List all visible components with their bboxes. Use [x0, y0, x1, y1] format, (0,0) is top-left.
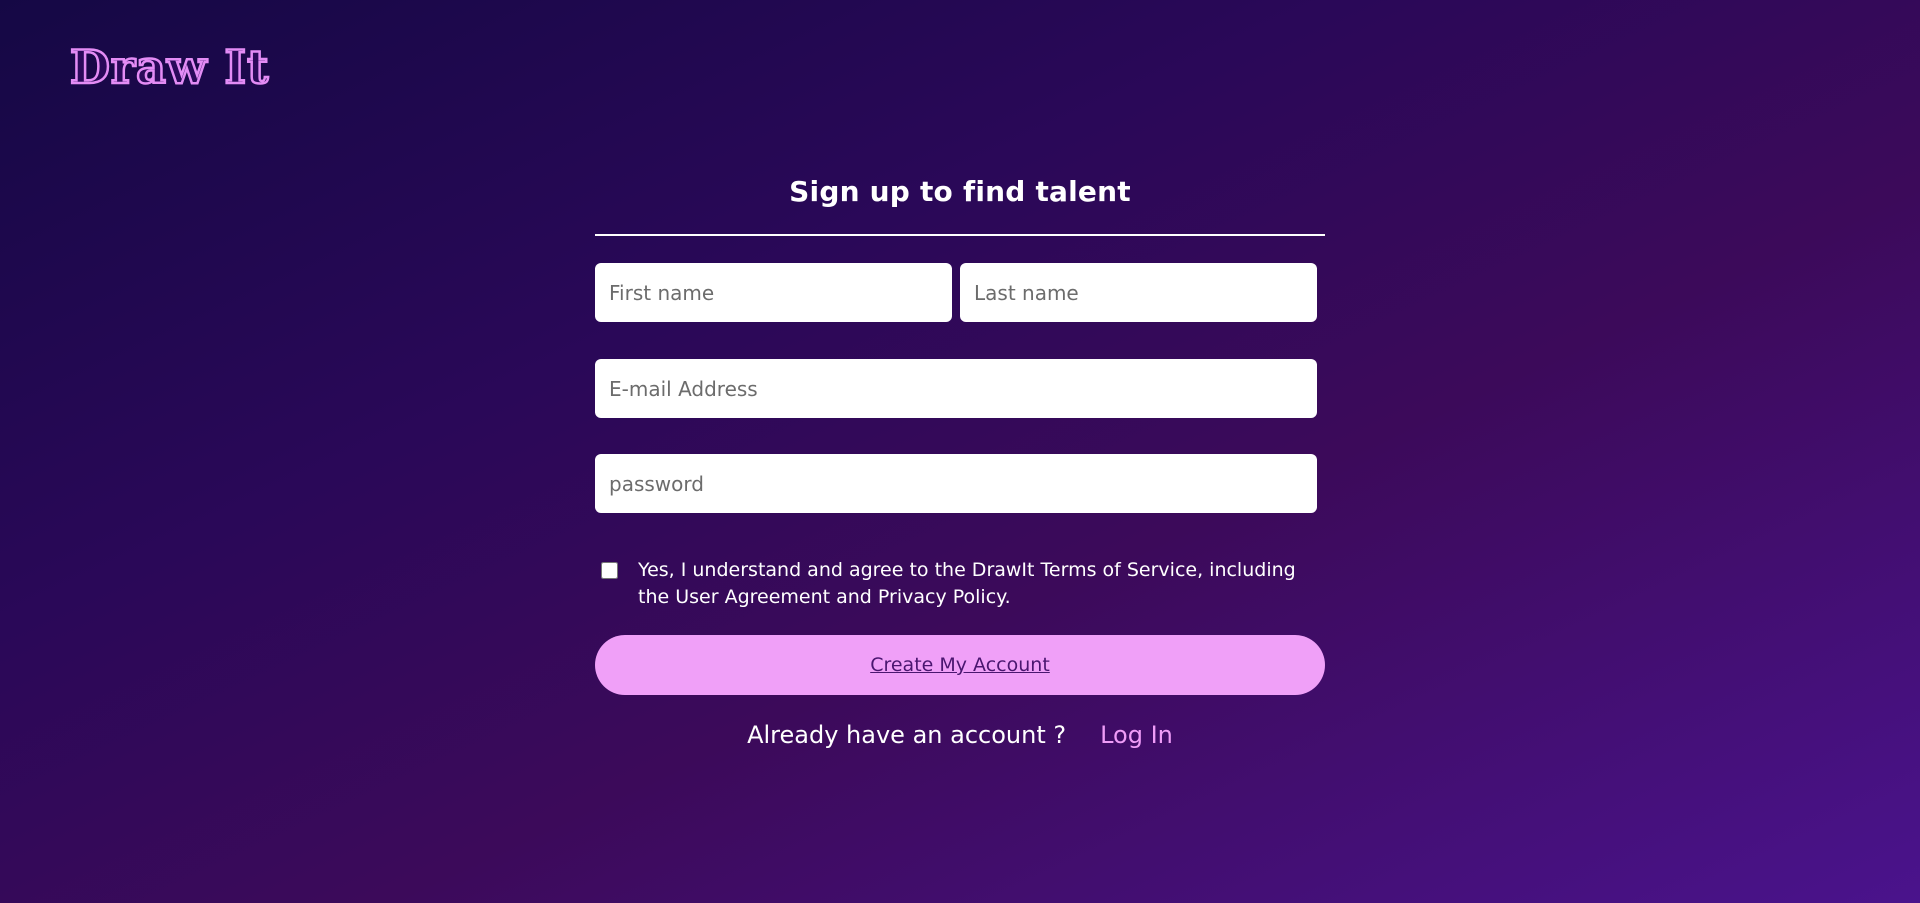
login-prompt: Already have an account ? Log In: [595, 721, 1325, 749]
login-link[interactable]: Log In: [1100, 721, 1173, 749]
terms-checkbox[interactable]: [601, 562, 618, 579]
terms-agreement: Yes, I understand and agree to the DrawI…: [595, 557, 1325, 611]
first-name-input[interactable]: [595, 263, 952, 322]
draw-it-logo[interactable]: Draw It: [69, 43, 270, 92]
terms-text: Yes, I understand and agree to the DrawI…: [638, 559, 1296, 608]
title-divider: [595, 234, 1325, 236]
signup-form: Sign up to find talent Yes, I understand…: [595, 172, 1325, 749]
last-name-input[interactable]: [960, 263, 1317, 322]
create-account-button[interactable]: Create My Account: [595, 635, 1325, 695]
password-input[interactable]: [595, 454, 1317, 513]
email-input[interactable]: [595, 359, 1317, 418]
page-title: Sign up to find talent: [789, 175, 1131, 208]
name-row: [595, 263, 1325, 322]
already-have-account-text: Already have an account ?: [747, 721, 1067, 749]
